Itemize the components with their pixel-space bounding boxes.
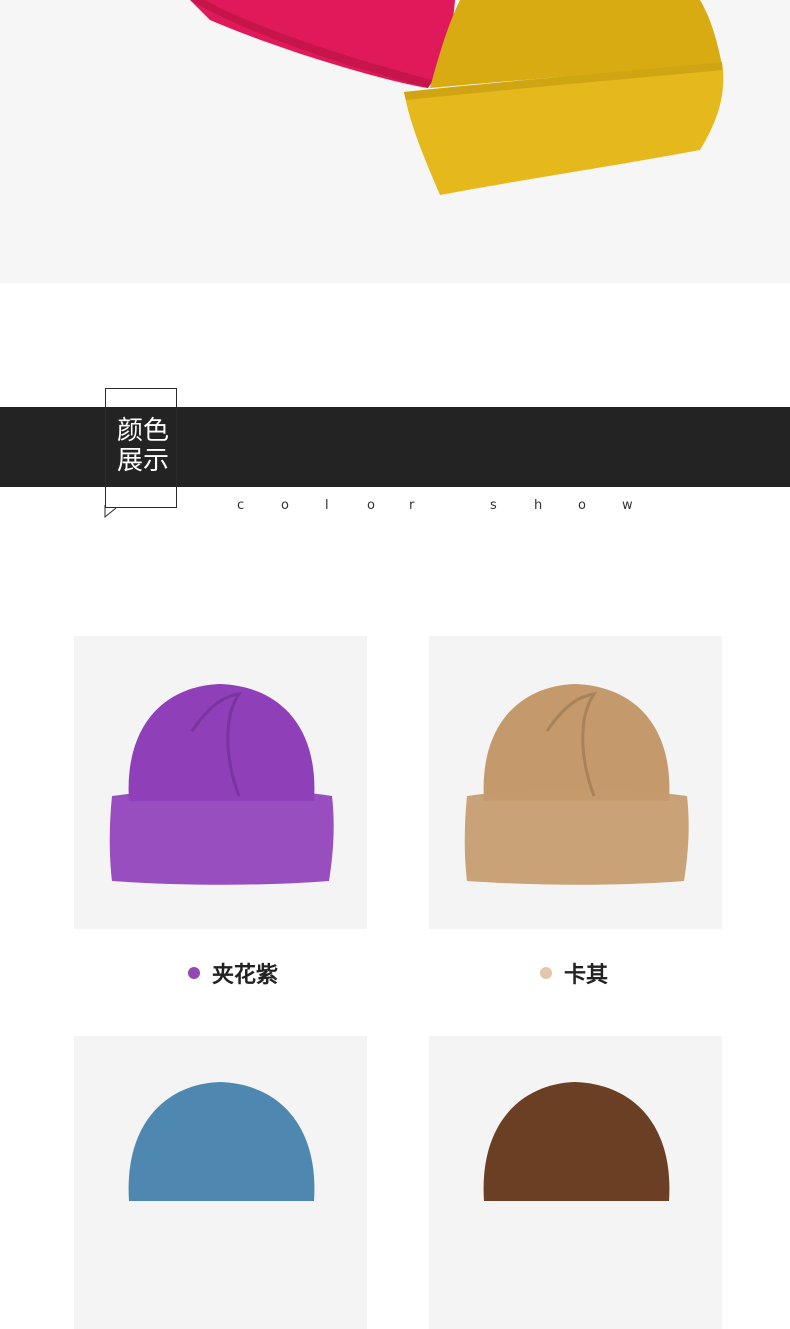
beanie-crown: [483, 1082, 670, 1201]
yellow-hat: [404, 0, 724, 195]
hero-hats-illustration: [190, 0, 724, 195]
subtitle-letter: r: [409, 498, 415, 513]
beanie-cuff: [464, 788, 689, 885]
subtitle-letter: o: [367, 498, 375, 513]
subtitle-letter: l: [325, 498, 329, 513]
product-image-purple[interactable]: [74, 636, 367, 929]
beanie-illustration: [109, 684, 334, 885]
product-image-khaki[interactable]: [429, 636, 722, 929]
hero-image: [0, 0, 790, 283]
subtitle-letter: o: [578, 498, 586, 513]
product-name: 卡其: [564, 963, 609, 988]
pink-hat: [190, 0, 455, 88]
color-dot: [188, 967, 200, 979]
beanie-illustration: [128, 1082, 315, 1201]
subtitle-letter: w: [622, 498, 633, 513]
section-title-line1: 颜色: [116, 416, 169, 446]
subtitle-letter: o: [281, 498, 289, 513]
section-subtitle: c o l o r s h o w: [0, 498, 790, 518]
beanie-crown: [128, 1082, 315, 1201]
beanie-illustration: [483, 1082, 670, 1201]
subtitle-letter: s: [490, 498, 497, 513]
beanie-illustration: [464, 684, 689, 885]
color-dot: [540, 967, 552, 979]
beanie-cuff: [109, 788, 334, 885]
section-title-line2: 展示: [116, 446, 169, 476]
product-image-blue[interactable]: [74, 1036, 367, 1329]
product-name: 夹花紫: [212, 963, 279, 988]
section-title: 颜色 展示: [108, 416, 178, 476]
subtitle-letter: h: [534, 498, 543, 513]
product-image-brown[interactable]: [429, 1036, 722, 1329]
product-label-khaki: 卡其: [540, 958, 608, 988]
product-label-purple: 夹花紫: [188, 958, 278, 988]
subtitle-letter: c: [237, 498, 245, 513]
